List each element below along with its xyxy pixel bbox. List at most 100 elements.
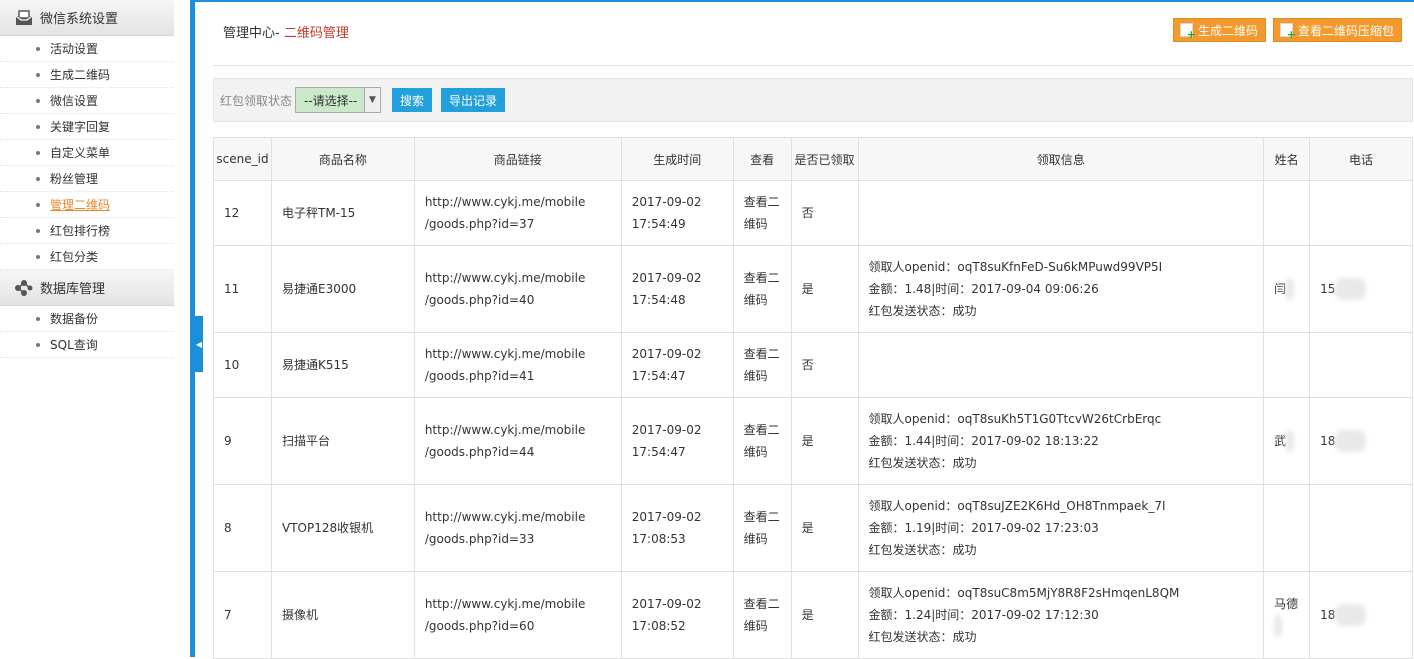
bullet-icon (36, 46, 40, 51)
view-qr-link[interactable]: 查看二 维码 (744, 191, 781, 235)
product-link-line1: http://www.cykj.me/mobile (424, 423, 586, 437)
search-button[interactable]: 搜索 (392, 88, 433, 112)
sidebar-item-label: 红包排行榜 (50, 224, 111, 238)
view-qr-line1: 查看二 (743, 510, 780, 524)
sidebar-item-custom-menu[interactable]: 自定义菜单 (0, 140, 174, 166)
table-cell: 2017-09-02 17:54:47 (620, 332, 734, 398)
sidebar-item-sql-query[interactable]: SQL查询 (0, 332, 174, 358)
table-cell: 18········ (1309, 571, 1413, 659)
product-link-line2: /goods.php?id=44 (424, 445, 535, 459)
table-cell: 查看二 维码 (732, 397, 792, 485)
sidebar-item-generate-qr[interactable]: 生成二维码 (0, 62, 174, 88)
table-cell: 9 (213, 397, 272, 485)
table-row: 9 扫描平台 http://www.cykj.me/mobile/goods.php… (213, 397, 1413, 485)
table-body: 12 电子秤TM-15 http://www.cykj.me/mobile/good… (213, 180, 1413, 659)
created-date: 2017-09-02 (631, 510, 702, 524)
view-qr-line1: 查看二 (743, 271, 780, 285)
sidebar-item-label: 微信设置 (50, 94, 99, 108)
sidebar-item-backup[interactable]: 数据备份 (0, 306, 174, 332)
view-qr-link[interactable]: 查看二 维码 (744, 419, 781, 463)
table-cell: 18········ (1309, 397, 1413, 485)
table-cell: http://www.cykj.me/mobile/goods.php?id=4… (413, 332, 622, 398)
created-time: 17:54:48 (631, 293, 686, 307)
view-qr-line2: 维码 (743, 445, 768, 459)
breadcrumb-root: 管理中心- (223, 26, 280, 41)
claimed-status: 是 (801, 608, 814, 622)
redacted-blur: ········ (1335, 430, 1366, 452)
scene-id: 7 (224, 608, 232, 622)
table-cell: 马德 ·· (1263, 571, 1311, 659)
view-qr-line1: 查看二 (743, 423, 780, 437)
created-date: 2017-09-02 (631, 271, 702, 285)
column-header: 生成时间 (620, 137, 734, 181)
view-qr-link[interactable]: 查看二 维码 (744, 267, 781, 311)
view-qr-link[interactable]: 查看二 维码 (744, 506, 781, 550)
sidebar-group-title-wechat[interactable]: 微信系统设置 (0, 0, 174, 36)
export-button[interactable]: 导出记录 (441, 88, 506, 112)
table-cell: 是 (790, 397, 859, 485)
claim-info-line: 领取人openid：oqT8suC8m5MjY8R8F2sHmqenL8QM (868, 586, 1180, 600)
view-qr-link[interactable]: 查看二 维码 (744, 343, 781, 387)
view-qr-line1: 查看二 (743, 195, 780, 209)
product-link-line2: /goods.php?id=37 (424, 217, 535, 231)
scene-id: 8 (224, 521, 232, 535)
table-cell (1309, 484, 1413, 572)
table-cell (1263, 332, 1311, 398)
view-qr-link[interactable]: 查看二 维码 (744, 593, 781, 637)
view-qr-zip-button[interactable]: 查看二维码压缩包 (1273, 18, 1403, 42)
product-link-line1: http://www.cykj.me/mobile (424, 597, 586, 611)
table-cell: 查看二 维码 (732, 180, 792, 246)
sidebar-item-wechat-settings[interactable]: 微信设置 (0, 88, 174, 114)
claim-info-line: 金额：1.19|时间：2017-09-02 17:23:03 (868, 521, 1099, 535)
claim-info-line: 金额：1.24|时间：2017-09-02 17:12:30 (868, 608, 1099, 622)
product-name: 电子秤TM-15 (281, 206, 356, 220)
table-cell: 2017-09-02 17:54:47 (620, 397, 734, 485)
add-file-icon (1180, 23, 1196, 41)
sidebar-group-title-database[interactable]: 数据库管理 (0, 270, 174, 306)
claim-info-line: 领取人openid：oqT8suKh5T1G0TtcvW26tCrbErqc (868, 412, 1162, 426)
claimed-status: 否 (801, 206, 814, 220)
table-row: 11 易捷通E3000 http://www.cykj.me/mobile/good… (213, 245, 1413, 333)
bullet-icon (36, 342, 40, 347)
table-cell (857, 180, 1265, 246)
product-name: 易捷通E3000 (281, 282, 357, 296)
created-date: 2017-09-02 (631, 195, 702, 209)
table-cell: http://www.cykj.me/mobile/goods.php?id=4… (413, 245, 622, 333)
redacted-blur: ········ (1335, 604, 1366, 626)
main-content: 管理中心- 二维码管理 生成二维码 查看二维码压缩包 红包领取状态 --请选择-… (195, 0, 1414, 659)
product-link-line1: http://www.cykj.me/mobile (424, 195, 586, 209)
view-qr-line2: 维码 (743, 293, 768, 307)
table-cell: 领取人openid：oqT8suC8m5MjY8R8F2sHmqenL8QM 金额… (857, 571, 1265, 659)
sidebar-item-redpacket-ranking[interactable]: 红包排行榜 (0, 218, 174, 244)
bullet-icon (36, 202, 40, 207)
bullet-icon (36, 254, 40, 259)
product-name: VTOP128收银机 (281, 521, 374, 535)
sidebar-item-activity-settings[interactable]: 活动设置 (0, 36, 174, 62)
created-time: 17:08:53 (631, 532, 686, 546)
table-cell: http://www.cykj.me/mobile/goods.php?id=6… (413, 571, 622, 659)
table-cell: 查看二 维码 (732, 484, 792, 572)
sidebar-item-fans[interactable]: 粉丝管理 (0, 166, 174, 192)
sidebar-item-keyword-reply[interactable]: 关键字回复 (0, 114, 174, 140)
sidebar-item-redpacket-category[interactable]: 红包分类 (0, 244, 174, 270)
claim-status-select[interactable]: --请选择-- ▼ (295, 87, 382, 113)
column-header: 姓名 (1263, 137, 1311, 181)
scene-id: 9 (224, 434, 232, 448)
generate-qr-button[interactable]: 生成二维码 (1173, 18, 1267, 42)
product-link-line1: http://www.cykj.me/mobile (424, 510, 586, 524)
table-cell: 领取人openid：oqT8suKfnFeD-Su6kMPuwd99VP5I 金额… (857, 245, 1265, 333)
sidebar-group-label: 微信系统设置 (40, 12, 119, 27)
bullet-icon (36, 316, 40, 321)
table-cell: 10 (213, 332, 272, 398)
product-link-line2: /goods.php?id=40 (424, 293, 535, 307)
table-cell: http://www.cykj.me/mobile/goods.php?id=4… (413, 397, 622, 485)
sidebar-item-manage-qr[interactable]: 管理二维码 (0, 192, 174, 218)
phone-number: 15 (1320, 282, 1336, 296)
table-cell: 易捷通E3000 (270, 245, 415, 333)
column-header: 查看 (732, 137, 792, 181)
select-value: --请选择-- (304, 93, 358, 108)
table-cell (857, 332, 1265, 398)
sidebar-item-label: 红包分类 (50, 250, 99, 264)
add-file-icon (1280, 23, 1296, 41)
filter-bar: 红包领取状态 --请选择-- ▼ 搜索 导出记录 (213, 78, 1413, 122)
